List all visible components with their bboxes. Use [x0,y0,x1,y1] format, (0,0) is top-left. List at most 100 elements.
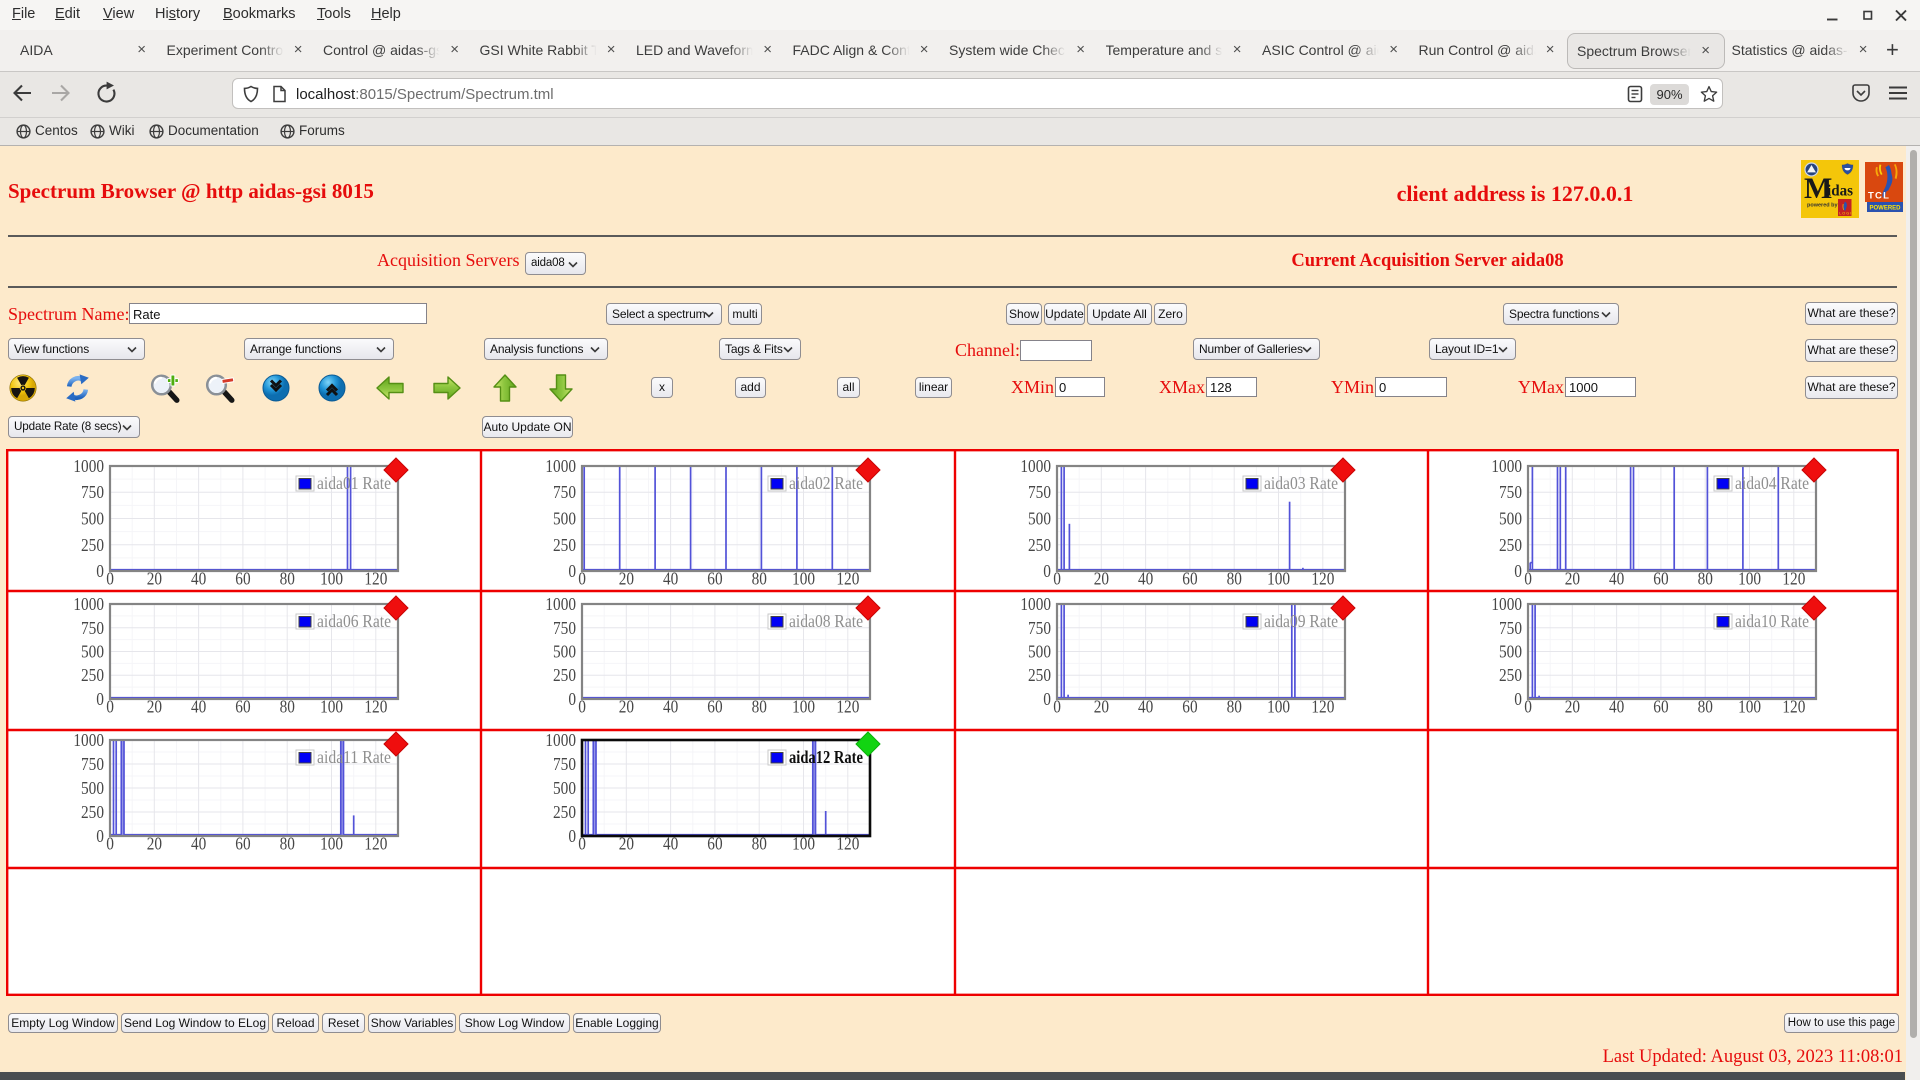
svg-text:60: 60 [707,569,722,589]
svg-text:500: 500 [553,642,576,662]
svg-text:60: 60 [235,834,250,854]
svg-text:20: 20 [1565,569,1580,589]
svg-text:0: 0 [1043,689,1051,709]
svg-text:0: 0 [578,834,586,854]
svg-text:80: 80 [752,834,767,854]
svg-text:80: 80 [1698,697,1713,717]
svg-text:powered by: powered by [1807,203,1839,209]
svg-text:aida10 Rate: aida10 Rate [1735,611,1809,631]
svg-text:100: 100 [792,834,815,854]
svg-text:100: 100 [320,569,343,589]
svg-text:750: 750 [1028,482,1051,502]
svg-text:40: 40 [1609,569,1624,589]
svg-text:750: 750 [553,482,576,502]
svg-text:80: 80 [1698,569,1713,589]
svg-text:20: 20 [619,697,634,717]
svg-text:aida03 Rate: aida03 Rate [1264,473,1338,493]
svg-text:120: 120 [1782,569,1805,589]
svg-text:40: 40 [663,569,678,589]
svg-text:1000: 1000 [545,594,576,614]
svg-text:750: 750 [81,618,104,638]
svg-text:0: 0 [568,689,576,709]
svg-text:40: 40 [191,834,206,854]
svg-text:1000: 1000 [545,730,576,750]
svg-text:120: 120 [836,697,859,717]
svg-text:L O G I C: L O G I C [1839,212,1855,216]
svg-text:500: 500 [553,509,576,529]
svg-text:120: 120 [364,569,387,589]
svg-text:40: 40 [1138,697,1153,717]
svg-text:120: 120 [364,697,387,717]
svg-text:0: 0 [578,569,586,589]
svg-text:250: 250 [553,802,576,822]
svg-text:250: 250 [553,535,576,555]
svg-text:20: 20 [147,569,162,589]
svg-text:1000: 1000 [1491,594,1522,614]
svg-text:1000: 1000 [73,456,104,476]
svg-text:0: 0 [106,569,114,589]
svg-text:0: 0 [1043,561,1051,581]
svg-text:0: 0 [1514,689,1522,709]
svg-text:0: 0 [578,697,586,717]
svg-text:100: 100 [320,834,343,854]
svg-text:0: 0 [1524,697,1532,717]
svg-text:60: 60 [1653,569,1668,589]
svg-text:1000: 1000 [1491,456,1522,476]
svg-text:aida09 Rate: aida09 Rate [1264,611,1338,631]
svg-text:POWERED: POWERED [1870,205,1901,212]
svg-text:60: 60 [1182,697,1197,717]
svg-text:120: 120 [1311,569,1334,589]
svg-text:500: 500 [81,509,104,529]
svg-text:60: 60 [707,697,722,717]
svg-text:1000: 1000 [1020,594,1051,614]
svg-text:TCL: TCL [1868,191,1890,202]
svg-text:40: 40 [1138,569,1153,589]
svg-text:250: 250 [81,535,104,555]
svg-text:60: 60 [1653,697,1668,717]
svg-text:500: 500 [1499,642,1522,662]
svg-text:40: 40 [191,569,206,589]
svg-text:120: 120 [1311,697,1334,717]
svg-text:aida08 Rate: aida08 Rate [789,611,863,631]
svg-text:40: 40 [191,697,206,717]
svg-text:0: 0 [1524,569,1532,589]
svg-text:20: 20 [1094,569,1109,589]
svg-text:750: 750 [81,482,104,502]
svg-text:20: 20 [1094,697,1109,717]
svg-text:120: 120 [364,834,387,854]
svg-text:100: 100 [1267,697,1290,717]
svg-text:80: 80 [752,569,767,589]
svg-text:500: 500 [81,778,104,798]
svg-text:aida02 Rate: aida02 Rate [789,473,863,493]
svg-text:20: 20 [147,834,162,854]
svg-text:60: 60 [1182,569,1197,589]
svg-text:100: 100 [1738,697,1761,717]
svg-text:500: 500 [1028,642,1051,662]
svg-text:750: 750 [553,618,576,638]
svg-text:1000: 1000 [1020,456,1051,476]
svg-text:0: 0 [1053,697,1061,717]
svg-text:80: 80 [280,834,295,854]
svg-text:40: 40 [1609,697,1624,717]
svg-text:500: 500 [553,778,576,798]
svg-text:0: 0 [96,689,104,709]
svg-text:100: 100 [792,569,815,589]
svg-text:120: 120 [836,569,859,589]
svg-text:250: 250 [81,665,104,685]
svg-text:40: 40 [663,697,678,717]
svg-text:500: 500 [1499,509,1522,529]
svg-text:250: 250 [1499,665,1522,685]
svg-text:100: 100 [792,697,815,717]
svg-text:60: 60 [235,697,250,717]
svg-text:750: 750 [1499,618,1522,638]
svg-text:20: 20 [619,569,634,589]
svg-text:60: 60 [235,569,250,589]
svg-text:20: 20 [1565,697,1580,717]
svg-text:750: 750 [1499,482,1522,502]
svg-text:aida11 Rate: aida11 Rate [317,747,391,767]
svg-text:1000: 1000 [545,456,576,476]
svg-text:250: 250 [1028,665,1051,685]
svg-text:0: 0 [96,561,104,581]
svg-text:0: 0 [106,697,114,717]
svg-text:0: 0 [1514,561,1522,581]
